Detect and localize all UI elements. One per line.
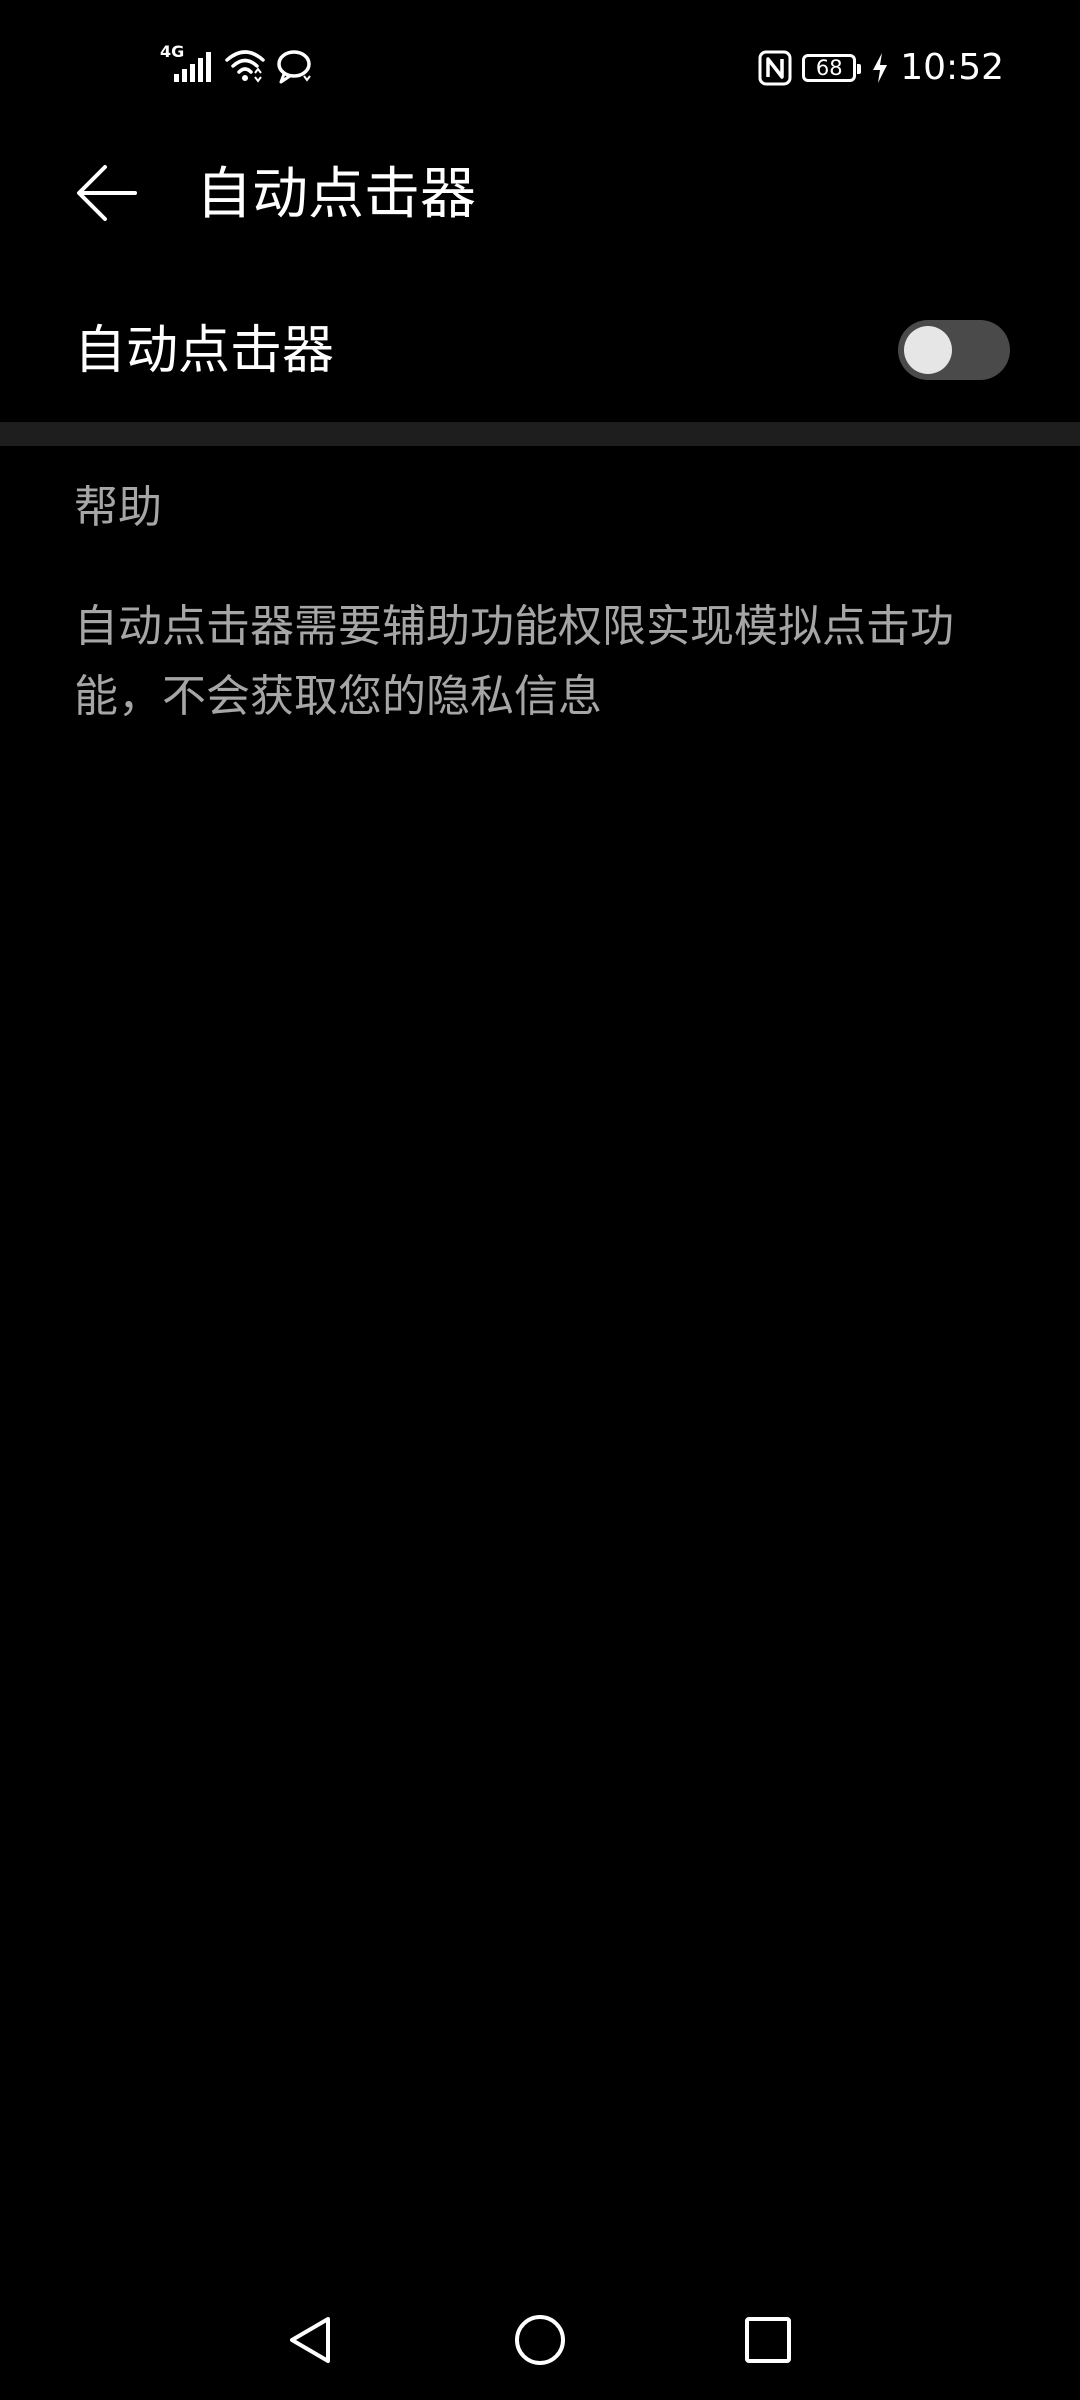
battery-level: 68 [815, 55, 843, 80]
nav-home-button[interactable] [500, 2300, 580, 2380]
auto-clicker-setting-row[interactable]: 自动点击器 [0, 300, 1080, 420]
status-bar-left: 4G [160, 44, 316, 86]
battery-icon: 68 [802, 54, 862, 82]
status-bar-right: 68 10:52 [758, 44, 1004, 92]
signal-icon: 4G [160, 44, 216, 86]
status-bar: 4G 68 10:52 [0, 0, 1080, 130]
navigation-bar [0, 2280, 1080, 2400]
wifi-icon [225, 50, 265, 83]
section-divider [0, 422, 1080, 446]
switch-thumb [904, 326, 952, 374]
page-title: 自动点击器 [196, 162, 476, 227]
auto-clicker-switch[interactable] [898, 320, 1010, 380]
help-section-header: 帮助 [74, 482, 162, 533]
nav-back-button[interactable] [270, 2300, 350, 2380]
help-description: 自动点击器需要辅助功能权限实现模拟点击功能，不会获取您的隐私信息 [74, 601, 954, 722]
hotspot-icon [277, 50, 311, 84]
home-circle-icon [515, 2315, 565, 2365]
nav-recents-button[interactable] [728, 2300, 808, 2380]
status-time: 10:52 [900, 47, 1004, 88]
back-button[interactable] [62, 148, 152, 238]
nfc-icon [758, 50, 792, 86]
arrow-left-icon [77, 165, 137, 221]
network-type: 4G [160, 42, 185, 61]
auto-clicker-label: 自动点击器 [74, 321, 335, 381]
charging-icon [873, 53, 888, 83]
recents-square-icon [745, 2317, 791, 2363]
back-triangle-icon [290, 2317, 330, 2363]
